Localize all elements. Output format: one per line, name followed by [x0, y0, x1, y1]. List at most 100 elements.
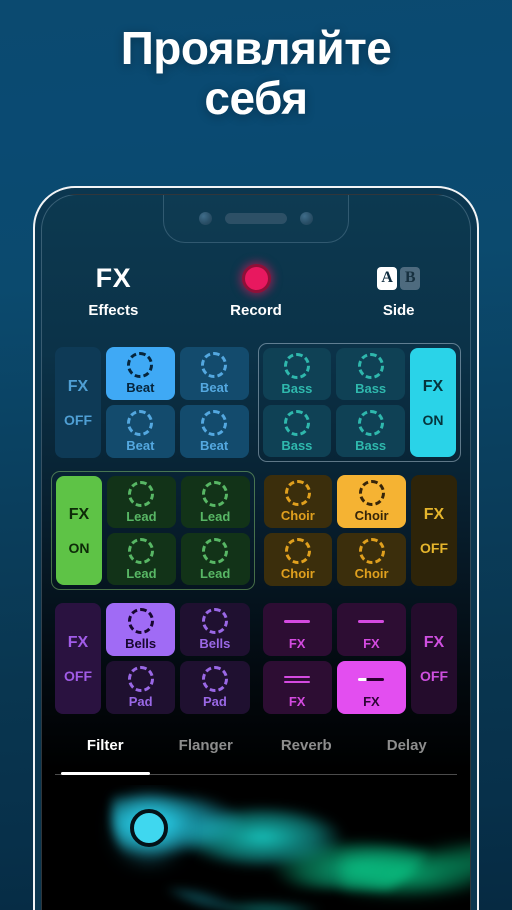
pad-label: Choir	[354, 508, 389, 523]
row-bells-fx-left-group: FX OFF Bells Bells Pad Pad	[51, 599, 254, 718]
pad-beat-4[interactable]: Beat	[179, 405, 249, 458]
knob-icon	[357, 409, 384, 436]
effect-tabs: Filter Flanger Reverb Delay	[55, 737, 457, 775]
row-lead-choir-right-group: Choir Choir Choir Choir FX OFF	[260, 471, 462, 590]
row-beat-bass-right-group: Bass Bass Bass Bass FX ON	[257, 343, 461, 462]
row-beat-bass-right-pads: Bass Bass Bass Bass	[262, 348, 405, 457]
pad-beat-1[interactable]: Beat	[106, 347, 175, 400]
knob-icon	[284, 538, 311, 564]
tab-flanger[interactable]: Flanger	[156, 737, 257, 774]
record-label: Record	[230, 302, 282, 319]
knob-icon	[202, 480, 229, 507]
row-beat-bass-right-fx-toggle[interactable]: FX ON	[410, 348, 456, 457]
pad-bass-1[interactable]: Bass	[262, 348, 332, 400]
pad-bass-3[interactable]: Bass	[262, 405, 332, 457]
pad-bass-2[interactable]: Bass	[336, 348, 405, 400]
row-bells-fx-right-group: FX FX FX FX FX OFF	[259, 599, 462, 718]
knob-icon	[127, 352, 154, 378]
slider-icon	[357, 666, 385, 692]
row-lead-choir-right-pads: Choir Choir Choir Choir	[263, 475, 406, 586]
pad-lead-2[interactable]: Lead	[180, 476, 250, 528]
pad-choir-1[interactable]: Choir	[263, 475, 333, 528]
row-beat-bass-left-pads: Beat Beat Beat Beat	[106, 347, 249, 458]
pad-label: FX	[363, 694, 380, 709]
pad-label: Choir	[280, 566, 315, 581]
fx-logo-icon: FX	[95, 262, 132, 293]
effects-button[interactable]: FX Effects	[42, 261, 185, 320]
xy-cursor[interactable]	[130, 809, 168, 847]
tab-delay[interactable]: Delay	[357, 737, 458, 774]
page-title-line2: себя	[204, 71, 308, 124]
pad-label: Lead	[199, 508, 231, 524]
xy-pad[interactable]	[42, 785, 470, 910]
effects-label: Effects	[88, 302, 139, 319]
row-lead-choir-right-fx-toggle[interactable]: FX OFF	[411, 475, 457, 586]
record-button[interactable]: Record	[185, 261, 328, 319]
pad-fx-4[interactable]: FX	[336, 661, 406, 714]
pad-lead-1[interactable]: Lead	[107, 476, 176, 528]
pad-bass-4[interactable]: Bass	[336, 405, 405, 457]
row-beat-bass-left-group: FX OFF Beat Beat Beat Beat	[51, 343, 253, 462]
row-bells-fx-left-fx-toggle[interactable]: FX OFF	[55, 603, 101, 714]
tab-filter[interactable]: Filter	[55, 737, 156, 775]
pad-choir-2[interactable]: Choir	[337, 475, 406, 528]
row-lead-choir-left-fx-toggle[interactable]: FX ON	[56, 476, 102, 585]
fx-toggle-title: FX	[422, 377, 444, 395]
phone-mockup: FX Effects Record A B Side FX OFF Beat B…	[33, 186, 479, 910]
fx-toggle-state: OFF	[420, 539, 448, 556]
side-toggle-button[interactable]: A B Side	[327, 261, 470, 319]
phone-power-button[interactable]	[477, 418, 479, 526]
row-bells-fx-left-pads: Bells Bells Pad Pad	[106, 603, 250, 714]
app-topbar: FX Effects Record A B Side	[42, 255, 470, 325]
phone-volume-button[interactable]	[477, 306, 479, 364]
pad-fx-2[interactable]: FX	[336, 603, 406, 656]
pad-pad-4[interactable]: Pad	[180, 661, 250, 714]
pad-fx-3[interactable]: FX	[262, 661, 332, 714]
pad-beat-3[interactable]: Beat	[106, 405, 175, 458]
xy-trail-tail	[342, 843, 470, 910]
row-beat-bass: FX OFF Beat Beat Beat Beat Bass Bass Bass Bass FX O…	[51, 343, 461, 462]
page-title: Проявляйте себя	[0, 22, 512, 124]
pad-choir-4[interactable]: Choir	[337, 533, 406, 586]
knob-icon	[201, 666, 228, 692]
pad-grid: FX OFF Beat Beat Beat Beat Bass Bass Bass Bass FX O…	[51, 343, 461, 727]
phone-notch	[163, 195, 349, 243]
pad-label: Bells	[199, 636, 231, 651]
knob-icon	[201, 352, 228, 378]
row-beat-bass-left-fx-toggle[interactable]: FX OFF	[55, 347, 101, 458]
fx-toggle-title: FX	[67, 633, 89, 651]
pad-label: Beat	[200, 380, 229, 395]
knob-icon	[127, 410, 154, 436]
knob-icon	[127, 608, 154, 634]
pad-beat-2[interactable]: Beat	[179, 347, 249, 400]
pad-label: Bells	[125, 636, 157, 651]
pad-label: Choir	[354, 566, 389, 581]
pad-label: FX	[288, 694, 306, 709]
pad-choir-3[interactable]: Choir	[263, 533, 333, 586]
row-bells-fx: FX OFF Bells Bells Pad Pad FX FX FX FX FX OFF	[51, 599, 461, 718]
slider-icon	[283, 608, 311, 634]
side-key-b[interactable]: B	[400, 266, 421, 290]
pad-lead-4[interactable]: Lead	[180, 533, 250, 585]
earpiece-speaker-icon	[225, 213, 287, 224]
fx-toggle-state: ON	[422, 411, 444, 428]
tab-reverb[interactable]: Reverb	[256, 737, 357, 774]
front-camera-icon	[199, 212, 212, 225]
pad-fx-1[interactable]: FX	[262, 603, 332, 656]
pad-bells-2[interactable]: Bells	[180, 603, 250, 656]
pad-pad-3[interactable]: Pad	[106, 661, 176, 714]
record-icon	[185, 261, 328, 295]
pad-label: Beat	[126, 438, 155, 453]
knob-icon	[358, 480, 385, 506]
row-bells-fx-right-fx-toggle[interactable]: FX OFF	[411, 603, 457, 714]
page-title-line1: Проявляйте	[120, 22, 392, 74]
fx-toggle-title: FX	[67, 377, 89, 395]
knob-icon	[202, 537, 229, 564]
side-key-a[interactable]: A	[377, 266, 398, 290]
pad-label: Bass	[281, 437, 313, 453]
pad-label: FX	[288, 636, 306, 651]
knob-icon	[358, 538, 385, 564]
pad-lead-3[interactable]: Lead	[107, 533, 176, 585]
pad-label: Pad	[128, 694, 153, 709]
pad-bells-1[interactable]: Bells	[106, 603, 176, 656]
